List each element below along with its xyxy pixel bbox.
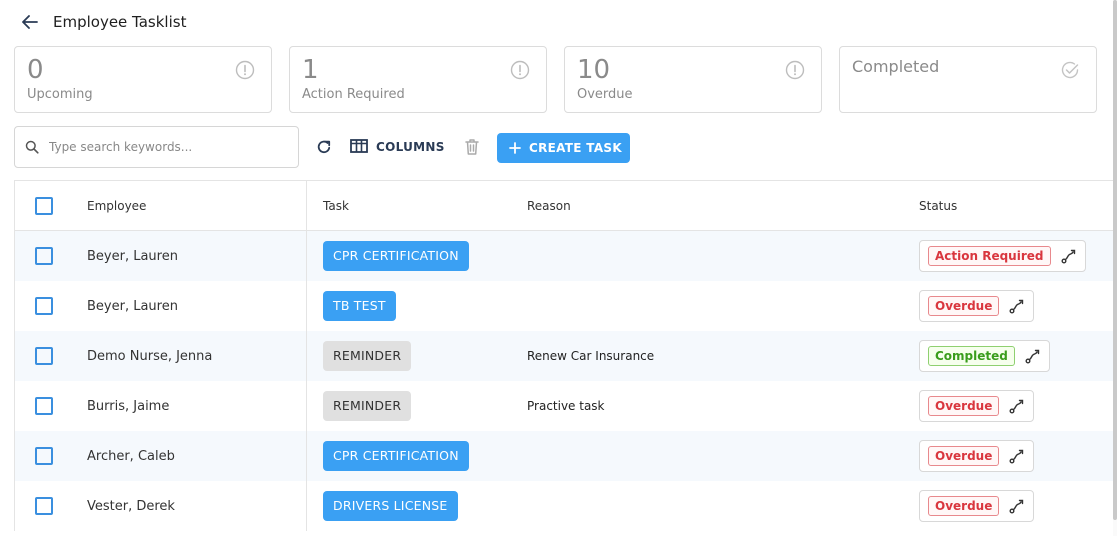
columns-button[interactable]: COLUMNS [350,137,445,157]
search-box[interactable] [14,126,299,168]
employee-name: Beyer, Lauren [73,231,307,281]
arrow-left-icon[interactable] [20,12,40,32]
reason-text: Renew Car Insurance [527,349,655,363]
refresh-icon[interactable] [316,139,332,155]
card-count: 10 [577,55,611,85]
card-overdue[interactable]: 10 Overdue [564,46,822,113]
card-label: Overdue [577,87,633,102]
column-header-task[interactable]: Task [307,199,527,213]
task-chip[interactable]: DRIVERS LICENSE [323,491,458,521]
column-header-employee[interactable]: Employee [73,181,307,230]
employee-name: Vester, Derek [73,481,307,531]
column-header-reason[interactable]: Reason [527,199,919,213]
card-label: Completed [852,57,940,76]
table-row[interactable]: Beyer, Lauren CPR CERTIFICATION Action R… [15,231,1114,281]
alert-circle-icon [785,60,805,80]
alert-circle-icon [510,60,530,80]
row-checkbox[interactable] [35,297,53,315]
card-label: Action Required [302,87,405,102]
status-badge: Overdue [928,446,1000,466]
table-row[interactable]: Beyer, Lauren TB TEST Overdue [15,281,1114,331]
table-row[interactable]: Archer, Caleb CPR CERTIFICATION Overdue [15,431,1114,481]
card-count: 0 [27,55,44,85]
task-chip[interactable]: REMINDER [323,341,412,371]
card-upcoming[interactable]: 0 Upcoming [14,46,272,113]
route-icon[interactable] [1025,348,1041,364]
status-cell: Overdue [919,390,1035,422]
page-header: Employee Tasklist [20,10,186,34]
employee-name: Demo Nurse, Jenna [73,331,307,381]
search-icon [25,140,39,154]
route-icon[interactable] [1009,498,1025,514]
plus-icon [509,139,521,158]
employee-name: Burris, Jaime [73,381,307,431]
status-cell: Overdue [919,290,1035,322]
task-table: Employee Task Reason Status Beyer, Laure… [14,180,1114,531]
page-title: Employee Tasklist [53,13,187,31]
columns-icon [350,138,368,157]
select-all-checkbox[interactable] [35,196,53,215]
table-row[interactable]: Burris, Jaime REMINDER Practive task Ove… [15,381,1114,431]
column-header-status[interactable]: Status [919,199,1114,213]
status-badge: Action Required [928,246,1051,266]
route-icon[interactable] [1009,298,1025,314]
check-circle-icon [1060,60,1080,80]
row-checkbox[interactable] [35,497,53,515]
status-cell: Overdue [919,490,1035,522]
route-icon[interactable] [1009,398,1025,414]
table-row[interactable]: Vester, Derek DRIVERS LICENSE Overdue [15,481,1114,531]
status-badge: Overdue [928,396,1000,416]
status-cell: Overdue [919,440,1035,472]
summary-cards: 0 Upcoming 1 Action Required 10 Overdue … [14,46,1097,113]
status-badge: Overdue [928,296,1000,316]
status-badge: Overdue [928,496,1000,516]
route-icon[interactable] [1009,448,1025,464]
trash-icon[interactable] [463,137,481,157]
create-task-button[interactable]: CREATE TASK [497,133,630,163]
card-action-required[interactable]: 1 Action Required [289,46,547,113]
columns-label: COLUMNS [376,140,445,154]
card-count: 1 [302,55,319,85]
employee-name: Archer, Caleb [73,431,307,481]
row-checkbox[interactable] [35,247,53,265]
row-checkbox[interactable] [35,447,53,465]
table-row[interactable]: Demo Nurse, Jenna REMINDER Renew Car Ins… [15,331,1114,381]
task-chip[interactable]: REMINDER [323,391,412,421]
table-header-row: Employee Task Reason Status [15,181,1114,231]
task-chip[interactable]: CPR CERTIFICATION [323,441,469,471]
status-badge: Completed [928,346,1015,366]
alert-circle-icon [235,60,255,80]
route-icon[interactable] [1061,248,1077,264]
employee-name: Beyer, Lauren [73,281,307,331]
card-label: Upcoming [27,87,93,102]
status-cell: Action Required [919,240,1086,272]
row-checkbox[interactable] [35,397,53,415]
reason-text: Practive task [527,399,605,413]
card-completed[interactable]: Completed [839,46,1097,113]
create-task-label: CREATE TASK [529,141,622,155]
row-checkbox[interactable] [35,347,53,365]
scrollbar-thumb[interactable] [1113,0,1117,520]
search-input[interactable] [49,140,279,154]
toolbar: COLUMNS CREATE TASK [14,126,1114,168]
vertical-scrollbar[interactable] [1113,0,1117,536]
task-chip[interactable]: CPR CERTIFICATION [323,241,469,271]
status-cell: Completed [919,340,1050,372]
task-chip[interactable]: TB TEST [323,291,396,321]
